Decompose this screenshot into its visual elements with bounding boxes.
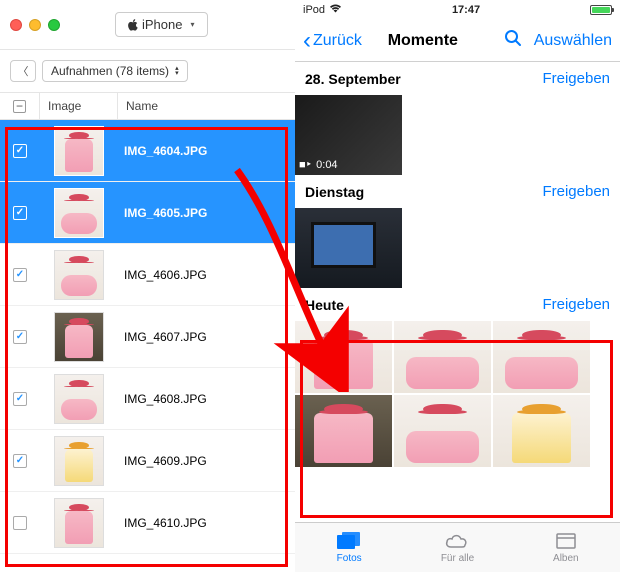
video-duration: 0:04 [316, 159, 337, 171]
section-title: Heute [305, 297, 542, 313]
row-checkbox[interactable] [0, 330, 40, 344]
file-list: IMG_4604.JPG IMG_4605.JPG IMG_4606.JPG IMG_… [0, 120, 295, 554]
maximize-icon[interactable] [48, 19, 60, 31]
file-browser-panel: iPhone ▾ 〈 Aufnahmen (78 items) ▴▾ − Ima… [0, 0, 295, 572]
window-controls [10, 19, 60, 31]
photo-thumbnail[interactable] [493, 395, 590, 467]
video-icon: ■‣ [299, 158, 312, 171]
row-thumbnail [40, 126, 118, 176]
row-checkbox[interactable] [0, 206, 40, 220]
chevron-down-icon: ▾ [190, 20, 194, 29]
minimize-icon[interactable] [29, 19, 41, 31]
folder-label: Aufnahmen (78 items) [51, 64, 169, 78]
cloud-icon [444, 531, 470, 551]
albums-icon [553, 531, 579, 551]
ios-status-bar: iPod 17:47 [295, 0, 620, 20]
chevron-left-icon: ‹ [303, 29, 311, 53]
page-title: Momente [342, 32, 504, 50]
video-thumbnail[interactable]: ■‣ 0:04 [295, 95, 402, 175]
header-name[interactable]: Name [118, 93, 295, 119]
header-image[interactable]: Image [40, 93, 118, 119]
header-checkbox[interactable]: − [0, 93, 40, 119]
back-button[interactable]: 〈 [10, 60, 36, 82]
select-button[interactable]: Auswählen [534, 32, 612, 50]
photo-thumbnail[interactable] [493, 321, 590, 393]
photos-content: 28. SeptemberFreigeben■‣0:04DienstagFrei… [295, 62, 620, 522]
photo-grid [295, 321, 620, 467]
section-header: DienstagFreigeben [295, 175, 620, 208]
breadcrumb: 〈 Aufnahmen (78 items) ▴▾ [0, 50, 295, 92]
table-row[interactable]: IMG_4607.JPG [0, 306, 295, 368]
row-filename: IMG_4605.JPG [118, 206, 295, 220]
table-row[interactable]: IMG_4608.JPG [0, 368, 295, 430]
updown-icon: ▴▾ [175, 66, 179, 76]
row-thumbnail [40, 312, 118, 362]
photos-icon [336, 531, 362, 551]
photo-thumbnail[interactable] [295, 395, 392, 467]
row-filename: IMG_4607.JPG [118, 330, 295, 344]
search-icon[interactable] [504, 29, 522, 52]
share-button[interactable]: Freigeben [542, 296, 610, 313]
iphone-panel: iPod 17:47 ‹ Zurück Momente Auswählen 28… [295, 0, 620, 572]
row-filename: IMG_4606.JPG [118, 268, 295, 282]
apple-icon [128, 19, 138, 31]
mac-titlebar: iPhone ▾ [0, 0, 295, 50]
ios-nav-bar: ‹ Zurück Momente Auswählen [295, 20, 620, 62]
row-filename: IMG_4608.JPG [118, 392, 295, 406]
share-button[interactable]: Freigeben [542, 70, 610, 87]
row-filename: IMG_4604.JPG [118, 144, 295, 158]
photo-thumbnail[interactable] [295, 208, 402, 288]
table-row[interactable]: IMG_4604.JPG [0, 120, 295, 182]
carrier-label: iPod [303, 4, 325, 16]
status-time: 17:47 [342, 4, 590, 16]
tab-photos[interactable]: Fotos [295, 523, 403, 572]
table-row[interactable]: IMG_4606.JPG [0, 244, 295, 306]
section-header: HeuteFreigeben [295, 288, 620, 321]
row-filename: IMG_4609.JPG [118, 454, 295, 468]
table-header: − Image Name [0, 92, 295, 120]
tab-label: Für alle [441, 553, 474, 564]
row-thumbnail [40, 498, 118, 548]
device-label: iPhone [142, 17, 182, 32]
photo-thumbnail[interactable] [394, 395, 491, 467]
section-title: 28. September [305, 71, 542, 87]
photo-thumbnail[interactable] [295, 321, 392, 393]
row-thumbnail [40, 374, 118, 424]
row-filename: IMG_4610.JPG [118, 516, 295, 530]
row-checkbox[interactable] [0, 454, 40, 468]
table-row[interactable]: IMG_4609.JPG [0, 430, 295, 492]
wifi-icon [329, 4, 342, 16]
device-selector[interactable]: iPhone ▾ [115, 12, 208, 37]
section-header: 28. SeptemberFreigeben [295, 62, 620, 95]
row-thumbnail [40, 188, 118, 238]
row-checkbox[interactable] [0, 268, 40, 282]
folder-selector[interactable]: Aufnahmen (78 items) ▴▾ [42, 60, 188, 82]
tab-label: Alben [553, 553, 579, 564]
photo-thumbnail[interactable] [394, 321, 491, 393]
tab-label: Fotos [337, 553, 362, 564]
share-button[interactable]: Freigeben [542, 183, 610, 200]
close-icon[interactable] [10, 19, 22, 31]
tab-albums[interactable]: Alben [512, 523, 620, 572]
tab-shared[interactable]: Für alle [403, 523, 511, 572]
row-thumbnail [40, 436, 118, 486]
table-row[interactable]: IMG_4605.JPG [0, 182, 295, 244]
ios-tabbar: Fotos Für alle Alben [295, 522, 620, 572]
section-title: Dienstag [305, 184, 542, 200]
row-checkbox[interactable] [0, 392, 40, 406]
table-row[interactable]: IMG_4610.JPG [0, 492, 295, 554]
row-checkbox[interactable] [0, 516, 40, 530]
row-thumbnail [40, 250, 118, 300]
battery-icon [590, 5, 612, 15]
row-checkbox[interactable] [0, 144, 40, 158]
